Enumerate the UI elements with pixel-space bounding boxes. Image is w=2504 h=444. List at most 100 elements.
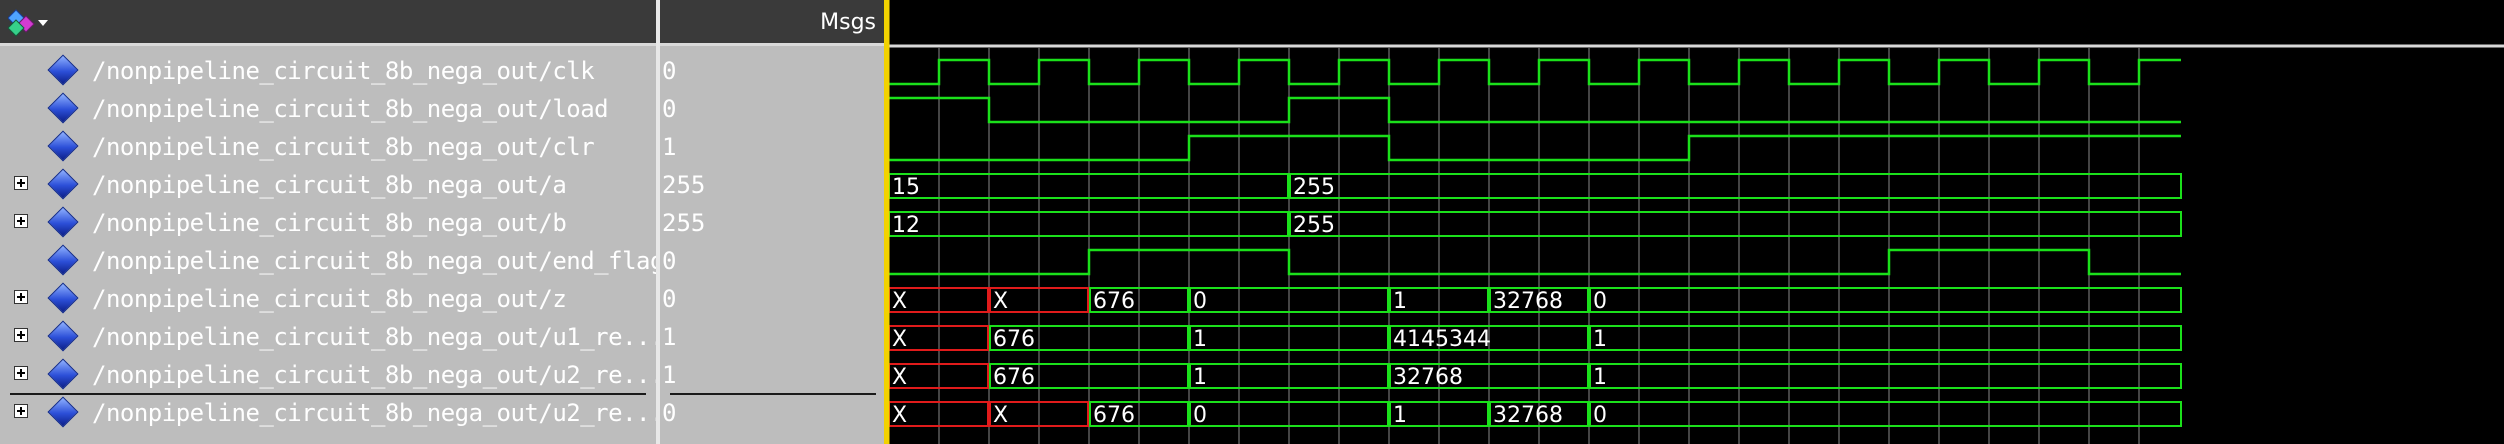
signal-value: 0 bbox=[662, 57, 677, 85]
z-trace-label: 0 bbox=[1193, 289, 1207, 314]
signal-value: 0 bbox=[662, 285, 677, 313]
signal-row[interactable]: /nonpipeline_circuit_8b_nega_out/u2_re..… bbox=[0, 394, 656, 432]
signal-row[interactable]: /nonpipeline_circuit_8b_nega_out/z bbox=[0, 280, 656, 318]
signal-values-pane: Msgs 0 0 1 255 255 0 0 1 1 0 bbox=[660, 0, 886, 444]
signal-row[interactable]: /nonpipeline_circuit_8b_nega_out/clk bbox=[0, 52, 656, 90]
value-row: 0 bbox=[660, 52, 886, 90]
value-row: 1 bbox=[660, 356, 886, 394]
msgs-label: Msgs bbox=[820, 10, 876, 35]
values-header: Msgs bbox=[660, 0, 886, 46]
u1-trace-label: 4145344 bbox=[1393, 327, 1491, 352]
signal-name: /nonpipeline_circuit_8b_nega_out/u2_re..… bbox=[92, 361, 656, 389]
z-trace-label: X bbox=[892, 289, 907, 314]
b-trace-label: 255 bbox=[1293, 213, 1335, 238]
signal-name: /nonpipeline_circuit_8b_nega_out/load bbox=[92, 95, 609, 123]
signal-row[interactable]: /nonpipeline_circuit_8b_nega_out/end_fla… bbox=[0, 242, 656, 280]
value-row: 1 bbox=[660, 128, 886, 166]
signal-icon bbox=[47, 396, 79, 428]
signal-icon bbox=[47, 320, 79, 352]
b-trace-label: 12 bbox=[892, 213, 920, 238]
z-trace-label: X bbox=[993, 289, 1008, 314]
signal-icon bbox=[47, 92, 79, 124]
a-trace-label: 15 bbox=[892, 175, 920, 200]
expand-icon[interactable] bbox=[14, 366, 28, 380]
value-row: 0 bbox=[660, 242, 886, 280]
u1-trace-label: X bbox=[892, 327, 907, 352]
signal-name: /nonpipeline_circuit_8b_nega_out/clr bbox=[92, 133, 595, 161]
signal-value: 1 bbox=[662, 323, 677, 351]
signal-row[interactable]: /nonpipeline_circuit_8b_nega_out/u1_re..… bbox=[0, 318, 656, 356]
value-row: 255 bbox=[660, 166, 886, 204]
waveform-pane[interactable]: 15 255 12 255 X X 676 0 1 32768 0 X 676 1 4145344 1 X 676… bbox=[887, 0, 2504, 444]
signal-name: /nonpipeline_circuit_8b_nega_out/u1_re..… bbox=[92, 323, 656, 351]
u2-trace-label: 1 bbox=[1193, 365, 1207, 390]
a-trace-label: 255 bbox=[1293, 175, 1335, 200]
wave-header bbox=[887, 0, 2504, 46]
u2-trace-label: X bbox=[892, 365, 907, 390]
signal-icon bbox=[47, 244, 79, 276]
names-header bbox=[0, 0, 656, 46]
expand-icon[interactable] bbox=[14, 328, 28, 342]
wave-palette-icon[interactable] bbox=[8, 6, 52, 40]
u2-trace-2-label: 0 bbox=[1593, 403, 1607, 428]
signal-row[interactable]: /nonpipeline_circuit_8b_nega_out/load bbox=[0, 90, 656, 128]
u2-trace-label: 676 bbox=[993, 365, 1035, 390]
signal-name: /nonpipeline_circuit_8b_nega_out/a bbox=[92, 171, 567, 199]
signal-name: /nonpipeline_circuit_8b_nega_out/z bbox=[92, 285, 567, 313]
signal-value: 255 bbox=[662, 171, 706, 199]
signal-icon bbox=[47, 206, 79, 238]
u1-trace-label: 1 bbox=[1593, 327, 1607, 352]
signal-value: 0 bbox=[662, 247, 677, 275]
expand-icon[interactable] bbox=[14, 290, 28, 304]
u2-trace-label: 32768 bbox=[1393, 365, 1463, 390]
u1-trace-segment bbox=[1589, 325, 2182, 351]
signal-value: 1 bbox=[662, 361, 677, 389]
a-trace-segment bbox=[1289, 173, 2182, 199]
value-row: 1 bbox=[660, 318, 886, 356]
signal-name: /nonpipeline_circuit_8b_nega_out/u2_re..… bbox=[92, 399, 656, 427]
expand-icon[interactable] bbox=[14, 404, 28, 418]
u2-trace-2-label: 0 bbox=[1193, 403, 1207, 428]
signal-row[interactable]: /nonpipeline_circuit_8b_nega_out/b bbox=[0, 204, 656, 242]
value-row: 0 bbox=[660, 280, 886, 318]
value-row: 0 bbox=[660, 90, 886, 128]
u2-trace-2-label: X bbox=[993, 403, 1008, 428]
signal-icon bbox=[47, 358, 79, 390]
u2-trace-2-label: X bbox=[892, 403, 907, 428]
expand-icon[interactable] bbox=[14, 176, 28, 190]
signal-icon bbox=[47, 130, 79, 162]
z-trace-label: 1 bbox=[1393, 289, 1407, 314]
signal-row[interactable]: /nonpipeline_circuit_8b_nega_out/a bbox=[0, 166, 656, 204]
waveform-canvas[interactable]: 15 25512 255X X 676 0 1 32768 0X 676 1 4145344 1X 676… bbox=[887, 0, 2504, 444]
z-trace-label: 676 bbox=[1093, 289, 1135, 314]
signal-name: /nonpipeline_circuit_8b_nega_out/end_fla… bbox=[92, 247, 656, 275]
expand-icon[interactable] bbox=[14, 214, 28, 228]
signal-icon bbox=[47, 282, 79, 314]
u1-trace-label: 676 bbox=[993, 327, 1035, 352]
clr-trace bbox=[889, 134, 2181, 162]
value-row: 255 bbox=[660, 204, 886, 242]
signal-names-pane: /nonpipeline_circuit_8b_nega_out/clk /no… bbox=[0, 0, 656, 444]
u2-trace-2-label: 1 bbox=[1393, 403, 1407, 428]
u2-trace-2-label: 32768 bbox=[1493, 403, 1563, 428]
signal-row[interactable]: /nonpipeline_circuit_8b_nega_out/u2_re..… bbox=[0, 356, 656, 394]
signal-row[interactable]: /nonpipeline_circuit_8b_nega_out/clr bbox=[0, 128, 656, 166]
signal-value: 0 bbox=[662, 95, 677, 123]
load-trace bbox=[889, 96, 2181, 124]
u2-trace-label: 1 bbox=[1593, 365, 1607, 390]
signal-value: 255 bbox=[662, 209, 706, 237]
clk-trace bbox=[889, 58, 2181, 86]
u2-trace-segment bbox=[1589, 363, 2182, 389]
z-trace-segment bbox=[1589, 287, 2182, 313]
value-row: 0 bbox=[660, 394, 886, 432]
b-trace-segment bbox=[1289, 211, 2182, 237]
signal-icon bbox=[47, 54, 79, 86]
signal-value: 1 bbox=[662, 133, 677, 161]
signal-name: /nonpipeline_circuit_8b_nega_out/clk bbox=[92, 57, 595, 85]
signal-icon bbox=[47, 168, 79, 200]
u2-trace-2-segment bbox=[1589, 401, 2182, 427]
signal-name: /nonpipeline_circuit_8b_nega_out/b bbox=[92, 209, 567, 237]
u2-trace-2-label: 676 bbox=[1093, 403, 1135, 428]
u1-trace-label: 1 bbox=[1193, 327, 1207, 352]
z-trace-label: 32768 bbox=[1493, 289, 1563, 314]
